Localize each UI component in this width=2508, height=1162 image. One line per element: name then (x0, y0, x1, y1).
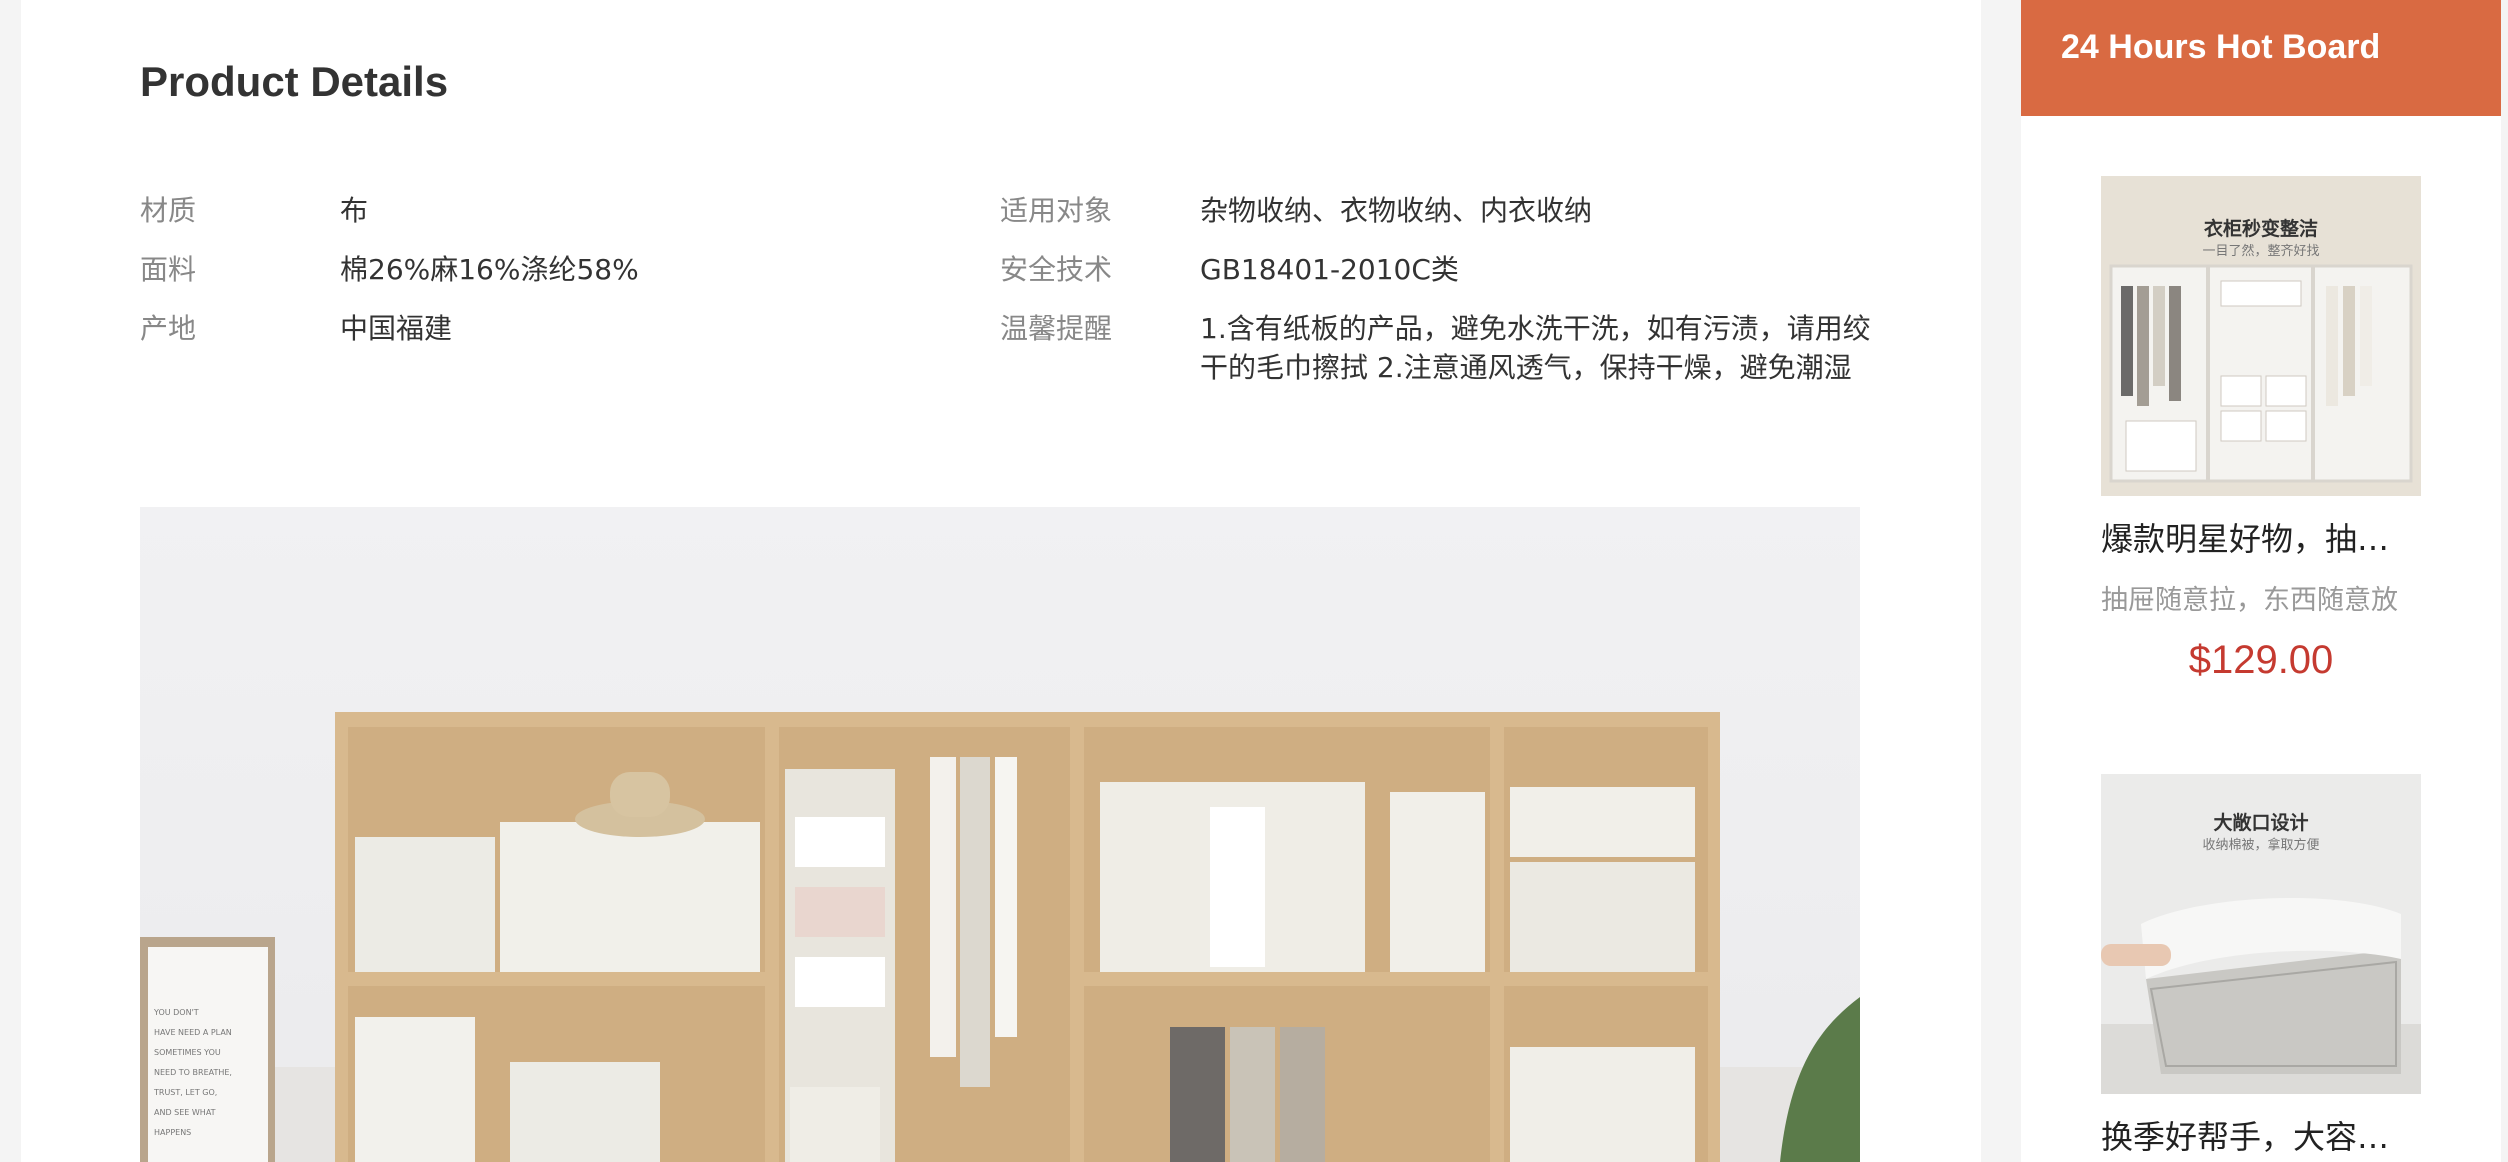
attribute-label: 产地 (140, 312, 197, 345)
attribute-value: 1.含有纸板的产品，避免水洗干洗，如有污渍，请用绞干的毛巾擦拭 2.注意通风透气… (1200, 312, 1871, 384)
product-thumbnail[interactable]: 衣柜秒变整洁 一目了然，整齐好找 (2101, 176, 2421, 496)
svg-text:AND SEE WHAT: AND SEE WHAT (154, 1108, 216, 1117)
image-caption: 衣柜秒变整洁 (2203, 218, 2318, 240)
shelf-illustration: YOU DON'T HAVE NEED A PLAN SOMETIMES YOU… (140, 712, 1860, 1162)
product-name[interactable]: 爆款明星好物，抽屉式收纳 (2101, 514, 2421, 560)
attribute-value: 棉26%麻16%涤纶58% (340, 253, 639, 286)
product-name[interactable]: 换季好帮手，大容量收纳 (2101, 1112, 2421, 1158)
attribute-value: GB18401-2010C类 (1200, 253, 1459, 286)
attribute-label: 面料 (140, 253, 197, 286)
attribute-label: 适用对象 (1000, 194, 1113, 227)
svg-text:YOU DON'T: YOU DON'T (153, 1008, 199, 1017)
svg-text:HAPPENS: HAPPENS (154, 1128, 191, 1137)
svg-text:NEED TO BREATHE,: NEED TO BREATHE, (154, 1068, 232, 1077)
svg-text:SOMETIMES YOU: SOMETIMES YOU (154, 1048, 221, 1057)
product-hero-image: YOU DON'T HAVE NEED A PLAN SOMETIMES YOU… (140, 507, 1860, 1162)
hot-board-title: 24 Hours Hot Board (2061, 28, 2381, 66)
attribute-label: 安全技术 (1000, 253, 1113, 286)
attribute-value: 杂物收纳、衣物收纳、内衣收纳 (1200, 194, 1593, 227)
section-title: Product Details (140, 58, 449, 105)
product-description: 抽屉随意拉，东西随意放 (2101, 585, 2398, 616)
product-details-panel: Product Details 材质 布 面料 棉26%麻16%涤纶58% 产地… (21, 0, 1981, 1162)
hot-board-sidebar: 24 Hours Hot Board 衣柜秒变整洁 一目了然，整齐好找 爆款明星… (2021, 0, 2501, 1162)
image-caption: 大敞口设计 (2213, 812, 2309, 834)
attribute-value: 中国福建 (340, 312, 453, 345)
hot-board-header: 24 Hours Hot Board (2021, 0, 2501, 116)
product-price: $129.00 (2188, 638, 2334, 682)
svg-text:TRUST, LET GO,: TRUST, LET GO, (153, 1088, 217, 1097)
image-subcaption: 一目了然，整齐好找 (2202, 244, 2320, 259)
attribute-value: 布 (340, 194, 369, 227)
attribute-label: 温馨提醒 (1000, 312, 1113, 345)
product-thumbnail[interactable]: 大敞口设计 收纳棉被，拿取方便 (2101, 774, 2421, 1094)
image-subcaption: 收纳棉被，拿取方便 (2202, 838, 2320, 853)
svg-text:HAVE NEED A PLAN: HAVE NEED A PLAN (154, 1028, 232, 1037)
attribute-label: 材质 (140, 194, 197, 227)
